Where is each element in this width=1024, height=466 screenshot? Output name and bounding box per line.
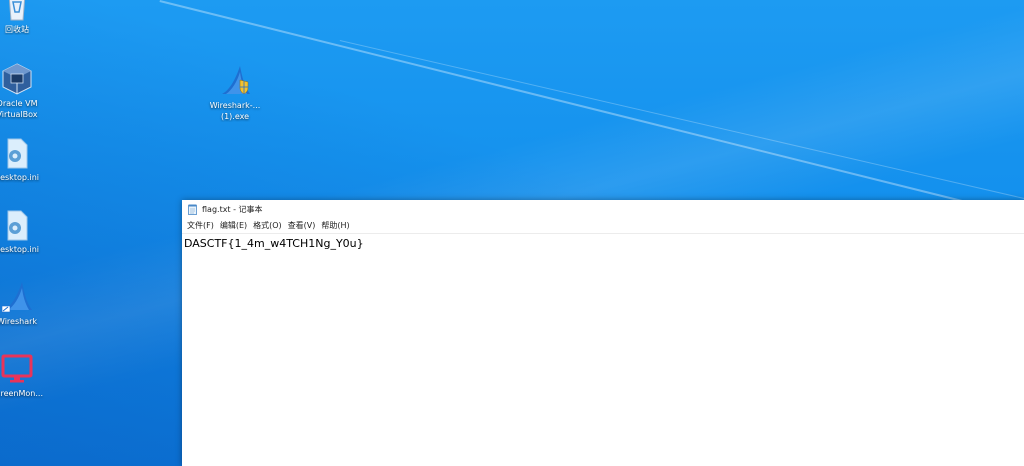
notepad-window[interactable]: flag.txt - 记事本 文件(F) 编辑(E) 格式(O) 查看(V) 帮… (182, 200, 1024, 466)
wireshark-icon (1, 282, 32, 313)
notepad-title-bar[interactable]: flag.txt - 记事本 (182, 200, 1024, 219)
notepad-menu-bar: 文件(F) 编辑(E) 格式(O) 查看(V) 帮助(H) (182, 219, 1024, 234)
desktop-icon-desktop-ini[interactable]: desktop.ini (0, 208, 56, 255)
desktop-icon-label: 回收站 (5, 25, 29, 34)
recycle-bin-icon (8, 0, 26, 21)
desktop-icon-recycle-bin[interactable]: 回收站 (0, 0, 56, 35)
desktop-icon-label: desktop.ini (0, 173, 39, 182)
menu-edit[interactable]: 编辑(E) (217, 219, 250, 233)
monitor-icon (1, 354, 33, 383)
desktop[interactable]: 回收站 Oracle VM VirtualBox desktop.ini des… (0, 0, 1024, 466)
desktop-icon-label: ScreenMon... (0, 389, 43, 398)
desktop-icon-label: Wireshark (0, 317, 38, 326)
menu-format[interactable]: 格式(O) (250, 219, 285, 233)
settings-file-icon (7, 138, 28, 169)
desktop-icon-virtualbox[interactable]: Oracle VM VirtualBox (0, 62, 56, 120)
menu-help[interactable]: 帮助(H) (318, 219, 352, 233)
menu-view[interactable]: 查看(V) (285, 219, 319, 233)
notepad-icon (188, 204, 197, 215)
desktop-icon-label: Wireshark-... (1).exe (209, 101, 261, 121)
wireshark-installer-icon (222, 66, 250, 95)
desktop-icon-label: desktop.ini (0, 245, 39, 254)
virtualbox-icon (2, 63, 32, 95)
desktop-icon-wireshark-installer[interactable]: Wireshark-... (1).exe (196, 64, 274, 122)
window-title: flag.txt - 记事本 (202, 205, 263, 214)
desktop-icon-label: Oracle VM VirtualBox (0, 99, 38, 119)
desktop-icon-wireshark[interactable]: Wireshark (0, 280, 56, 327)
menu-file[interactable]: 文件(F) (184, 219, 217, 233)
text-editor-area[interactable]: DASCTF{1_4m_w4TCH1Ng_Y0u} (182, 234, 1024, 253)
desktop-icon-screen-monitor[interactable]: ScreenMon... (0, 352, 56, 399)
desktop-icon-desktop-ini[interactable]: desktop.ini (0, 136, 56, 183)
settings-file-icon (7, 210, 28, 241)
